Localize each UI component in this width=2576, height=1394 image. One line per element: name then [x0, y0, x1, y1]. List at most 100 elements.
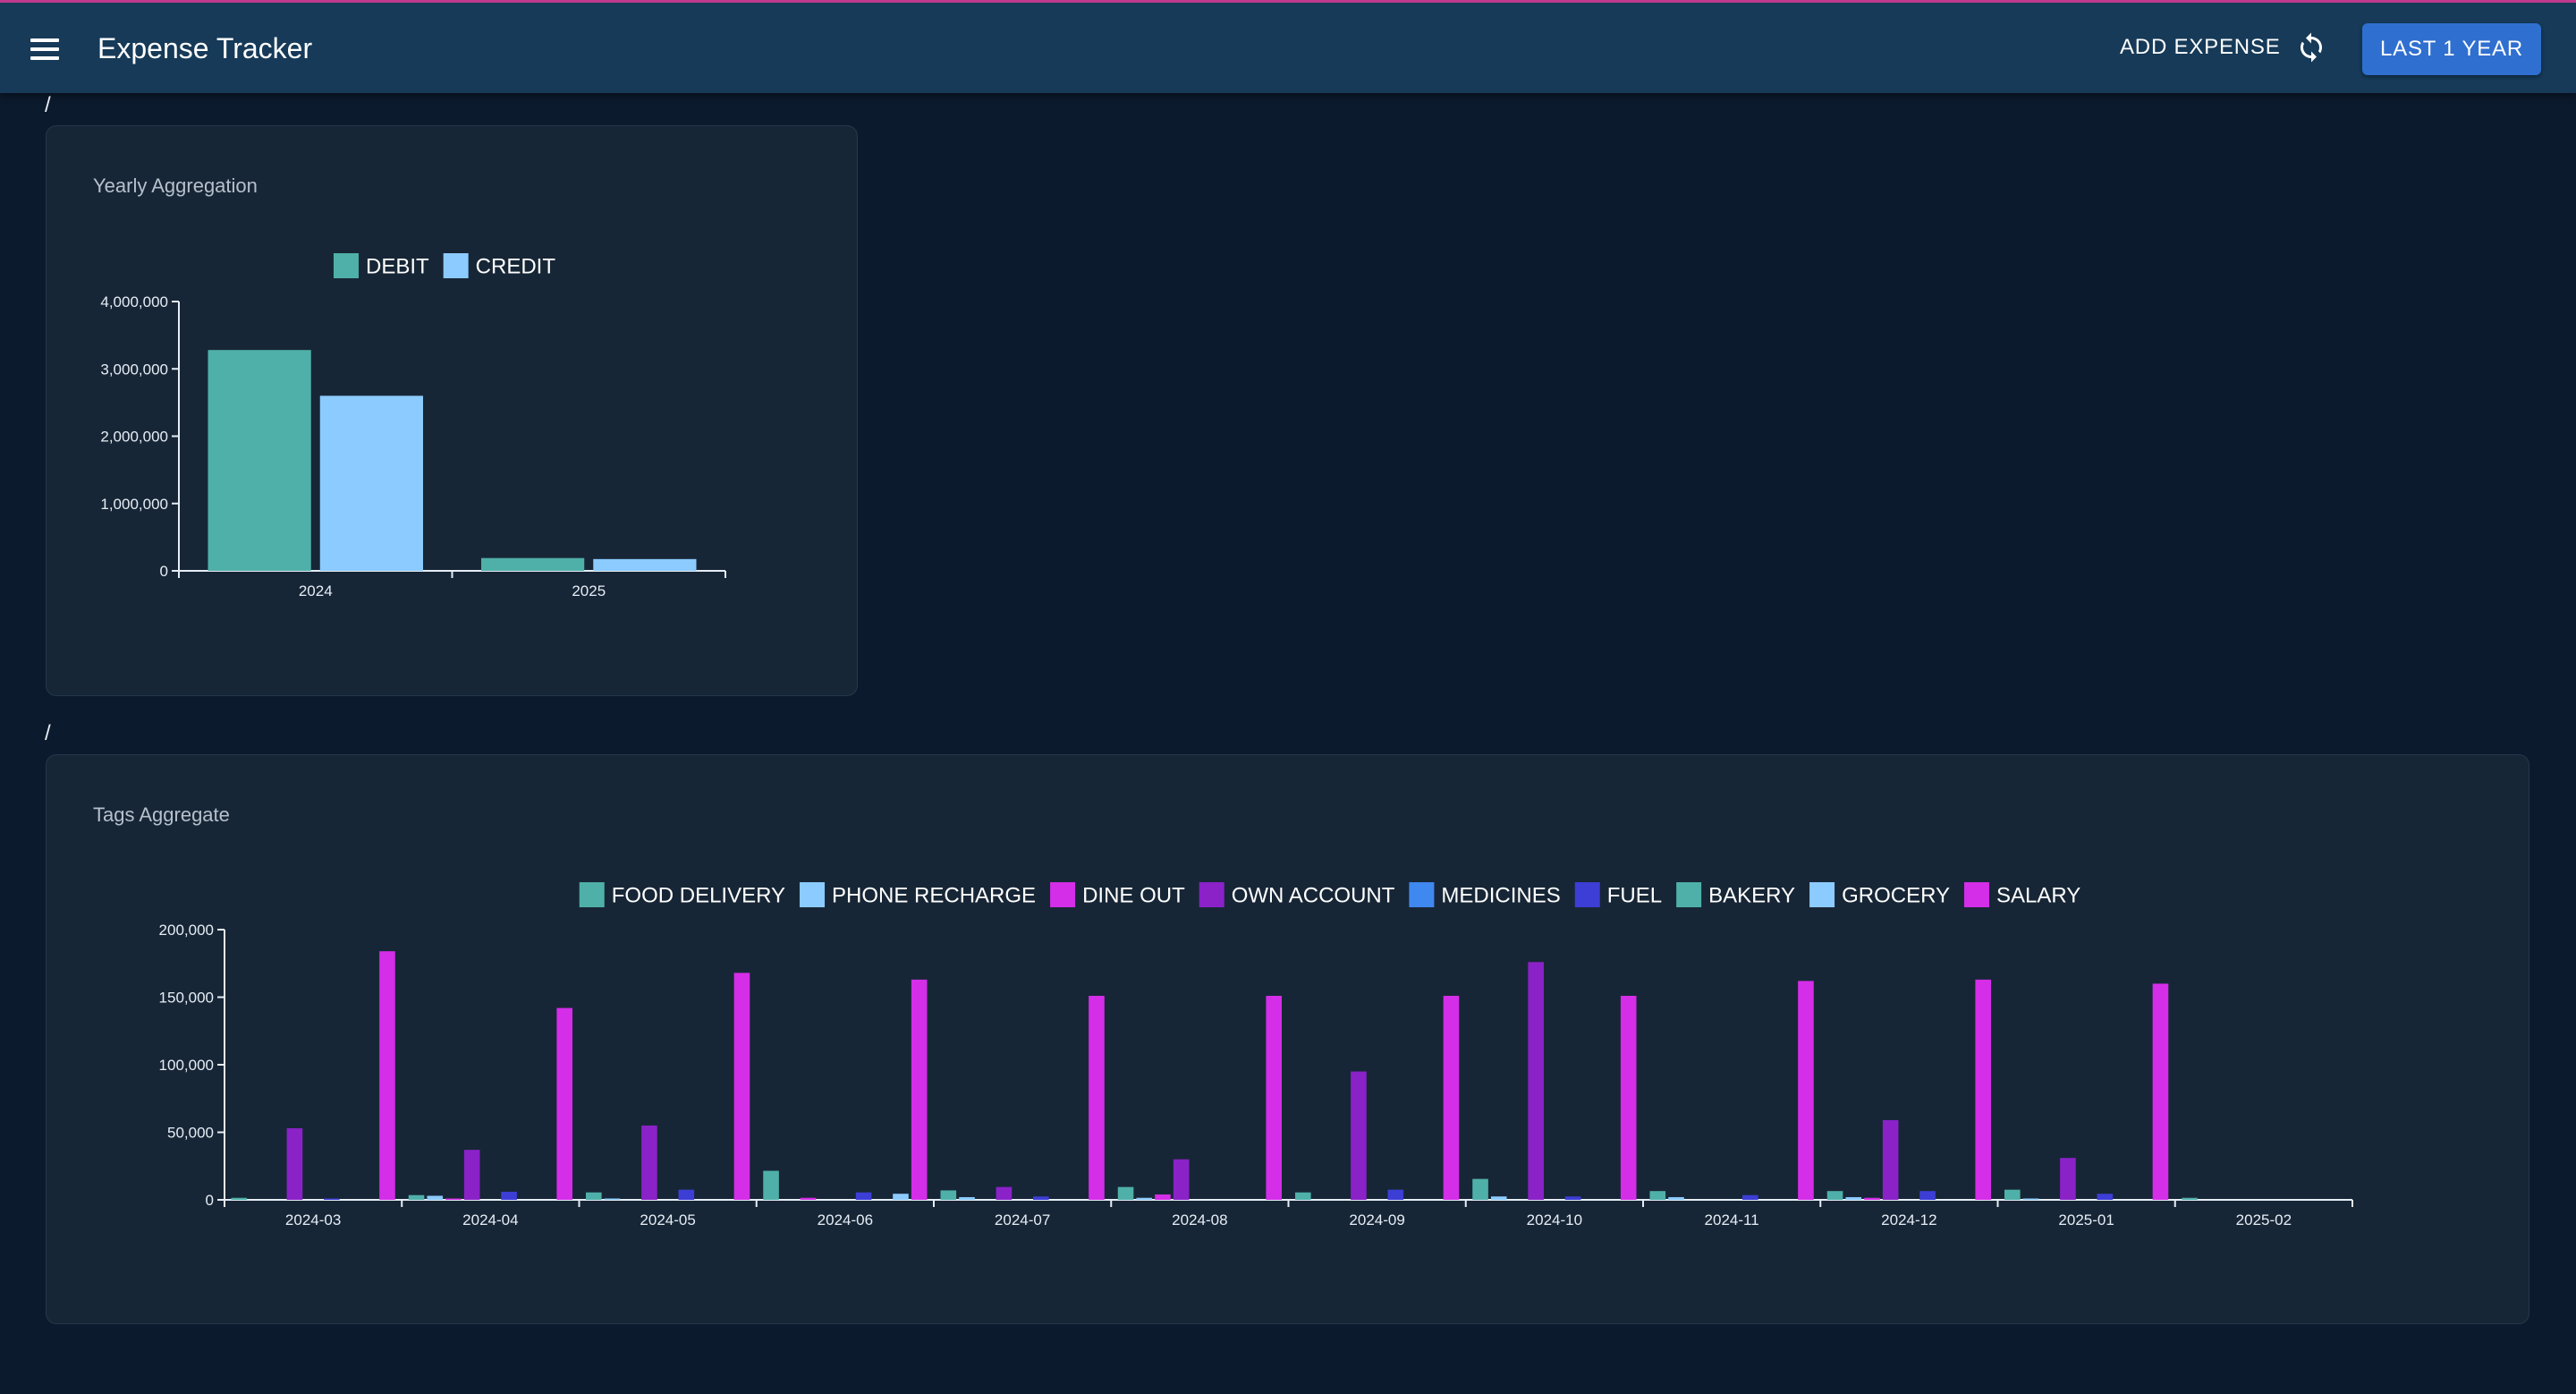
credit-legend-swatch [443, 253, 469, 278]
debit-legend-swatch [333, 253, 359, 278]
debit-2024-bar [208, 350, 311, 571]
legend-label: PHONE RECHARGE [832, 884, 1036, 908]
app-bar: Expense Tracker ADD EXPENSE LAST 1 YEAR [0, 0, 2576, 93]
salary-2024-04-bar [556, 1007, 572, 1200]
dine-out-2024-06-bar [800, 1197, 817, 1200]
food-delivery-2024-12-bar [1826, 1191, 1843, 1200]
add-expense-button[interactable]: ADD EXPENSE [2120, 35, 2281, 60]
x-tick-label: 2024-06 [818, 1211, 873, 1228]
legend-label: OWN ACCOUNT [1232, 884, 1395, 908]
x-tick-label: 2024-11 [1705, 1211, 1759, 1228]
food-delivery-legend-swatch [579, 882, 605, 907]
salary-2024-08-bar [1266, 995, 1282, 1200]
yearly-aggregation-chart: 0 1,000,000 2,000,000 3,000,000 4,000,000 202… [100, 253, 726, 599]
y-tick-label: 1,000,000 [100, 496, 168, 513]
own-account-2024-05-bar [641, 1125, 657, 1200]
food-delivery-2024-07-bar [940, 1190, 957, 1200]
legend-label: DEBIT [366, 255, 429, 279]
app-title: Expense Tracker [97, 32, 313, 64]
breadcrumb[interactable]: / [45, 93, 51, 118]
own-account-legend-swatch [1199, 882, 1224, 907]
fuel-2024-09-bar [1387, 1189, 1404, 1200]
dine-out-2024-04-bar [445, 1198, 462, 1200]
x-tick-label: 2024-05 [640, 1211, 695, 1228]
credit-2024-bar [319, 395, 423, 571]
y-tick-label: 3,000,000 [100, 361, 168, 378]
phone-recharge-2024-08-bar [1136, 1197, 1153, 1200]
salary-2024-05-bar [733, 973, 750, 1200]
y-tick-label: 100,000 [159, 1057, 214, 1074]
food-delivery-2024-08-bar [1117, 1186, 1134, 1200]
x-tick-label: 2025-01 [2058, 1211, 2114, 1228]
legend-label: BAKERY [1708, 884, 1795, 908]
own-account-2024-03-bar [286, 1127, 303, 1200]
fuel-2024-03-bar [324, 1198, 340, 1200]
salary-2024-07-bar [1089, 995, 1105, 1200]
x-tick-label: 2025-02 [2236, 1211, 2292, 1228]
menu-icon[interactable] [25, 30, 64, 69]
medicines-legend-swatch [1409, 882, 1435, 907]
food-delivery-2024-11-bar [1649, 1191, 1666, 1200]
own-account-2024-04-bar [463, 1150, 480, 1200]
x-tick-label: 2024-12 [1881, 1211, 1936, 1228]
refresh-icon[interactable] [2295, 31, 2327, 64]
salary-legend-swatch [1963, 882, 1989, 907]
x-tick-label: 2024-04 [462, 1211, 518, 1228]
tags-aggregate-card: Tags Aggregate 0 50,000 100,000 150,000 200,… [46, 754, 2529, 1324]
grocery-2024-06-bar [893, 1194, 909, 1200]
y-tick-label: 200,000 [159, 922, 214, 939]
salary-2024-03-bar [379, 951, 395, 1200]
own-account-2024-08-bar [1173, 1159, 1190, 1200]
phone-recharge-2024-05-bar [604, 1198, 621, 1200]
x-tick-label: 2024-10 [1527, 1211, 1582, 1228]
y-tick-label: 0 [206, 1192, 214, 1209]
salary-2025-01-bar [2152, 983, 2169, 1200]
y-tick-label: 4,000,000 [100, 293, 168, 310]
credit-2025-bar [593, 558, 697, 571]
x-tick-label: 2025 [572, 582, 606, 599]
y-tick-label: 0 [160, 563, 168, 580]
food-delivery-2024-10-bar [1472, 1178, 1488, 1200]
fuel-2024-12-bar [1919, 1191, 1936, 1200]
food-delivery-2025-02-bar [2182, 1197, 2198, 1200]
breadcrumb[interactable]: / [45, 721, 51, 746]
y-tick-label: 50,000 [167, 1125, 214, 1142]
x-tick-label: 2024-09 [1349, 1211, 1404, 1228]
salary-2024-11-bar [1798, 981, 1814, 1200]
phone-recharge-2024-12-bar [1845, 1196, 1862, 1200]
phone-recharge-2024-04-bar [427, 1195, 444, 1200]
legend-label: CREDIT [476, 255, 556, 279]
grocery-legend-swatch [1809, 882, 1835, 907]
fuel-legend-swatch [1574, 882, 1600, 907]
fuel-2025-01-bar [2097, 1194, 2114, 1200]
food-delivery-2024-09-bar [1295, 1192, 1311, 1200]
date-range-button[interactable]: LAST 1 YEAR [2362, 23, 2541, 75]
fuel-2024-07-bar [1033, 1196, 1049, 1200]
food-delivery-2024-05-bar [586, 1192, 602, 1200]
dine-out-2024-12-bar [1864, 1197, 1880, 1200]
phone-recharge-legend-swatch [800, 882, 826, 907]
own-account-2025-01-bar [2060, 1158, 2076, 1200]
phone-recharge-2024-07-bar [959, 1196, 975, 1200]
phone-recharge-2025-01-bar [2022, 1198, 2039, 1200]
own-account-2024-09-bar [1351, 1071, 1367, 1200]
food-delivery-2024-04-bar [408, 1194, 425, 1200]
legend-label: GROCERY [1842, 884, 1950, 908]
x-tick-label: 2024-03 [285, 1211, 341, 1228]
fuel-2024-05-bar [678, 1189, 695, 1200]
legend-label: DINE OUT [1082, 884, 1185, 908]
fuel-2024-04-bar [501, 1191, 517, 1200]
legend-label: SALARY [1996, 884, 2080, 908]
x-tick-label: 2024-07 [995, 1211, 1050, 1228]
dine-out-2024-08-bar [1155, 1194, 1171, 1200]
food-delivery-2024-06-bar [763, 1170, 779, 1200]
tags-aggregate-chart: 0 50,000 100,000 150,000 200,000 2024-03 2024-… [159, 882, 2353, 1228]
bakery-legend-swatch [1676, 882, 1702, 907]
debit-2025-bar [481, 557, 585, 571]
food-delivery-2025-01-bar [2004, 1189, 2021, 1200]
own-account-2024-07-bar [996, 1186, 1013, 1200]
x-tick-label: 2024-08 [1172, 1211, 1227, 1228]
y-tick-label: 2,000,000 [100, 429, 168, 446]
fuel-2024-10-bar [1564, 1196, 1581, 1200]
food-delivery-2024-03-bar [231, 1197, 248, 1200]
